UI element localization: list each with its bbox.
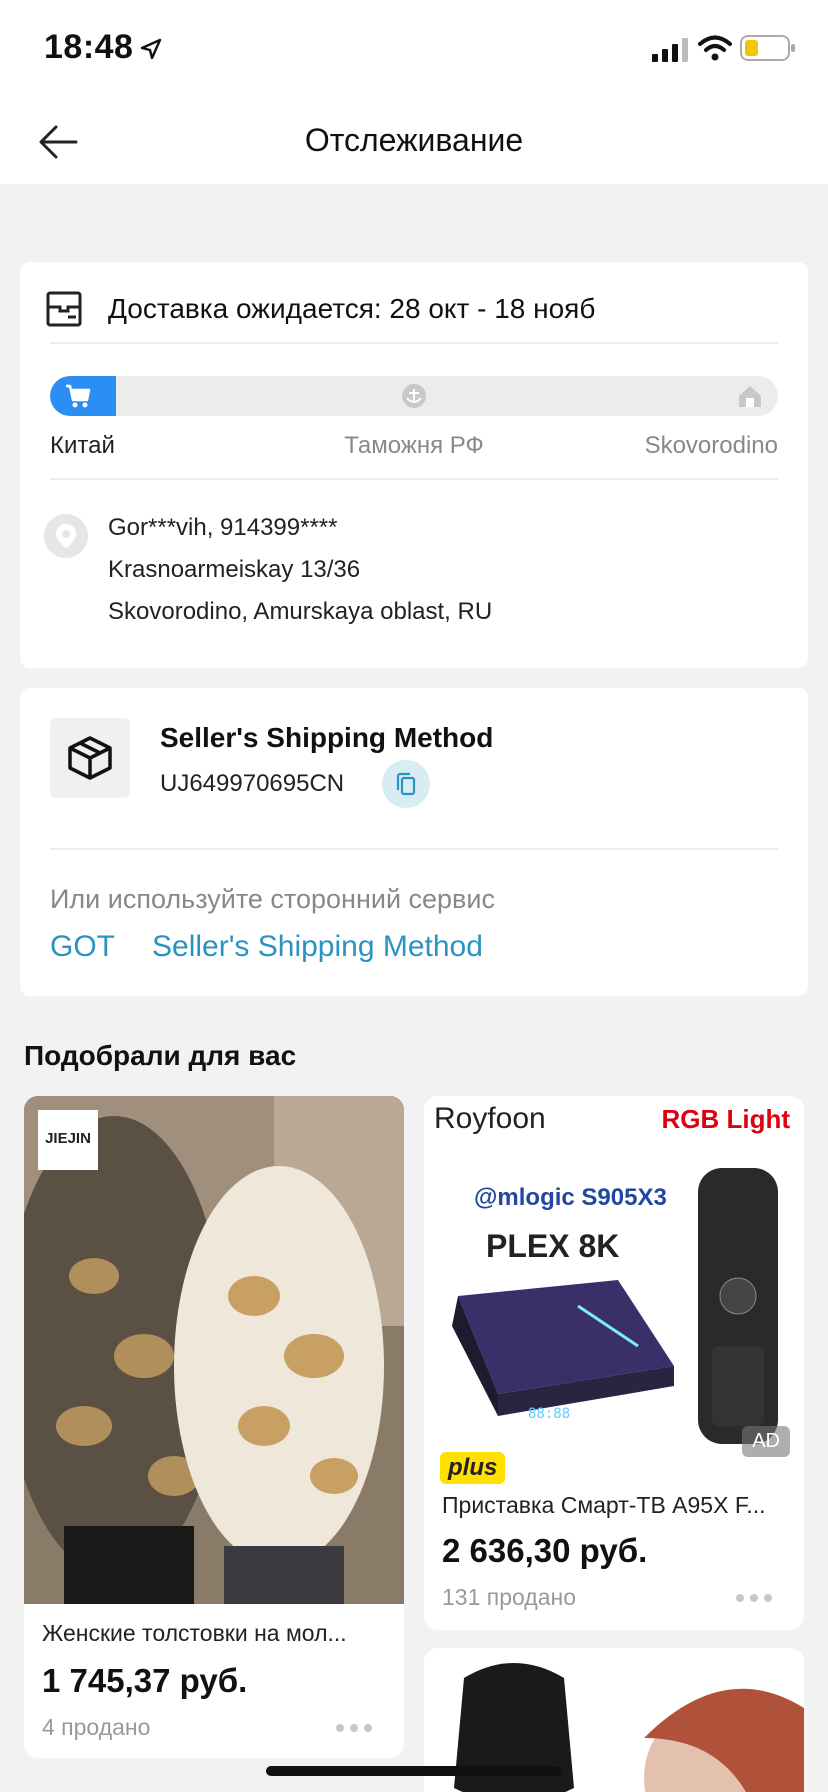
- product-price: 1 745,37 руб.: [42, 1662, 248, 1699]
- battery-icon: [740, 35, 795, 61]
- shipping-method-name: Seller's Shipping Method: [160, 722, 494, 753]
- chip-label: @mlogic S905X3: [474, 1184, 667, 1211]
- page-title: Отслеживание: [304, 122, 524, 158]
- stage-destination: Skovorodino: [644, 432, 778, 459]
- address-city: Skovorodino, Amurskaya oblast, RU: [108, 598, 493, 625]
- plex-label: PLEX 8K: [486, 1228, 620, 1264]
- product-sold-count: 4 продано: [42, 1714, 151, 1740]
- address-name-phone: Gor***vih, 914399****: [108, 514, 338, 541]
- location-pin-icon: [44, 514, 88, 558]
- home-indicator[interactable]: [266, 1766, 562, 1776]
- nav-bar: Отслеживание: [0, 100, 828, 184]
- display-label: 88:88: [528, 1406, 571, 1422]
- copy-icon: [396, 772, 416, 796]
- remote-control-illustration: [698, 1168, 778, 1444]
- delivery-progress-bar: [50, 376, 778, 416]
- product-image: [24, 1096, 404, 1604]
- product-price: 2 636,30 руб.: [442, 1532, 648, 1569]
- third-party-hint: Или используйте сторонний сервис: [50, 884, 495, 914]
- shipping-card: Seller's Shipping Method UJ649970695CN И…: [20, 688, 808, 996]
- delivery-expected: Доставка ожидается: 28 окт - 18 нояб: [108, 293, 596, 324]
- status-time: 18:48: [44, 28, 134, 66]
- wifi-icon: [698, 35, 732, 61]
- more-options-icon[interactable]: [736, 1594, 776, 1604]
- tv-box-illustration: [452, 1280, 674, 1416]
- product-card[interactable]: Royfoon RGB Light @mlogic S905X3 PLEX 8K…: [424, 1096, 804, 1630]
- tracking-number: UJ649970695CN: [160, 770, 345, 797]
- cellular-signal-icon: [652, 38, 688, 62]
- more-options-icon[interactable]: [336, 1724, 376, 1734]
- brand-tag: JIEJIN: [45, 1130, 91, 1147]
- delivery-card: Доставка ожидается: 28 окт - 18 нояб Кит…: [20, 262, 808, 668]
- product-card[interactable]: JIEJIN Женские толстовки на мол... 1 745…: [24, 1096, 404, 1758]
- recommendations-title: Подобрали для вас: [24, 1040, 297, 1071]
- delivery-header: Доставка ожидается: 28 окт - 18 нояб: [46, 284, 595, 334]
- package-thumbnail: [50, 718, 130, 798]
- cart-icon: [66, 384, 91, 408]
- ad-badge: AD: [742, 1426, 790, 1457]
- service-link-got[interactable]: GOT: [50, 930, 115, 964]
- product-sold-count: 131 продано: [442, 1584, 577, 1610]
- home-icon: [739, 386, 761, 407]
- divider: [50, 848, 778, 850]
- product-image: Royfoon RGB Light @mlogic S905X3 PLEX 8K…: [424, 1096, 804, 1468]
- status-bar: 18:48: [0, 0, 828, 100]
- product-name: Женские толстовки на мол...: [42, 1620, 347, 1646]
- address-street: Krasnoarmeiskay 13/36: [108, 556, 361, 583]
- parcel-box-icon: [46, 291, 82, 327]
- location-arrow-icon: [140, 38, 162, 60]
- customs-anchor-icon: [402, 384, 426, 408]
- divider: [50, 342, 778, 344]
- service-link-seller-method[interactable]: Seller's Shipping Method: [152, 930, 483, 964]
- rgb-label: RGB Light: [661, 1104, 790, 1134]
- product-name: Приставка Смарт-ТВ A95X F...: [442, 1492, 766, 1518]
- divider: [50, 478, 778, 480]
- copy-tracking-button[interactable]: [382, 760, 430, 808]
- plus-badge: plus: [440, 1452, 506, 1484]
- brand-logo-text: Royfoon: [434, 1102, 546, 1135]
- package-icon: [68, 736, 112, 780]
